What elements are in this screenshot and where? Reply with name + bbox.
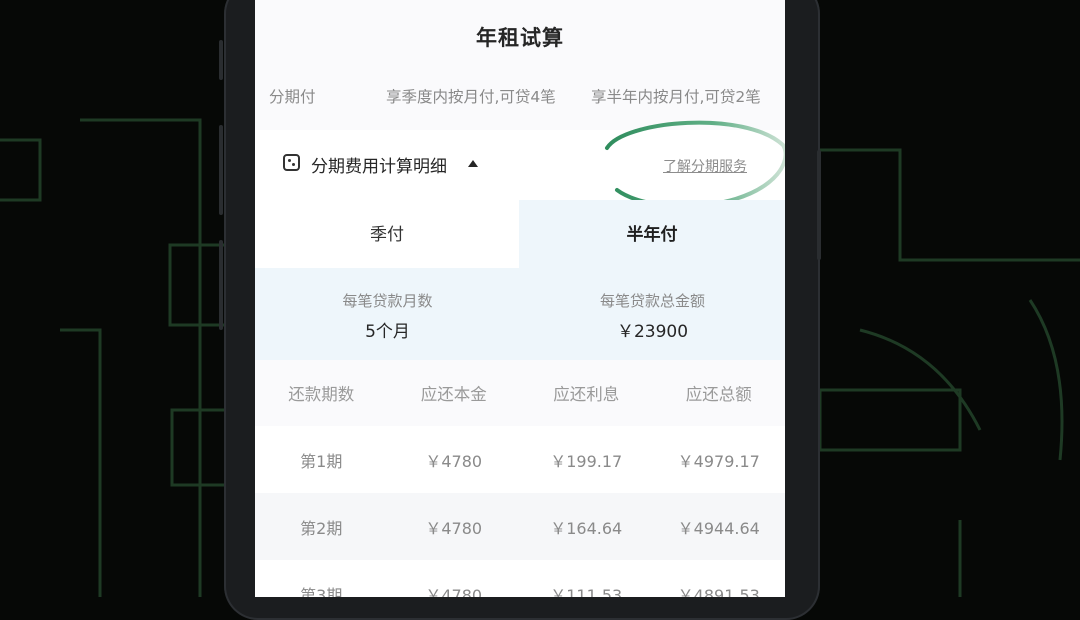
page-title: 年租试算 (476, 26, 564, 50)
loan-total-stat: 每笔贷款总金额 ￥23900 (520, 290, 785, 342)
interest-cell: ￥111.53 (550, 585, 623, 598)
phone-side-button (219, 125, 223, 215)
plan-tabs-area: 季付 半年付 每笔贷款月数 5个月 每笔贷款总金额 ￥23900 (255, 200, 785, 360)
tab-half-yearly[interactable]: 半年付 (519, 200, 785, 268)
interest-cell: ￥164.64 (550, 518, 623, 538)
stat-label: 每笔贷款月数 (342, 292, 433, 310)
total-cell: ￥4891.53 (677, 585, 760, 598)
table-row: 第3期 ￥4780 ￥111.53 ￥4891.53 (255, 560, 785, 597)
column-header: 还款期数 (288, 385, 355, 404)
stat-value: ￥23900 (616, 322, 689, 342)
interest-cell: ￥199.17 (550, 451, 623, 471)
period-cell: 第1期 (300, 451, 343, 471)
learn-installment-link[interactable]: 了解分期服务 (663, 156, 747, 176)
detail-section-header[interactable]: 分期费用计算明细 了解分期服务 (255, 130, 785, 200)
period-cell: 第3期 (300, 585, 343, 598)
column-header: 应还本金 (420, 385, 487, 404)
stat-label: 每笔贷款总金额 (599, 292, 705, 310)
principal-cell: ￥4780 (425, 518, 483, 538)
column-header: 应还利息 (553, 385, 620, 404)
caret-up-icon[interactable] (468, 160, 478, 167)
quarter-installment-desc: 享季度内按月付,可贷4笔 (386, 88, 556, 106)
table-row: 第2期 ￥4780 ￥164.64 ￥4944.64 (255, 493, 785, 560)
period-cell: 第2期 (300, 518, 343, 538)
table-header-row: 还款期数 应还本金 应还利息 应还总额 (255, 360, 785, 426)
phone-side-button (219, 40, 223, 80)
principal-cell: ￥4780 (425, 451, 483, 471)
principal-cell: ￥4780 (425, 585, 483, 598)
tab-quarterly[interactable]: 季付 (255, 200, 519, 268)
installment-label: 分期付 (269, 88, 316, 106)
phone-side-button (219, 240, 223, 330)
table-row: 第1期 ￥4780 ￥199.17 ￥4979.17 (255, 426, 785, 493)
calculator-icon (283, 154, 300, 171)
column-header: 应还总额 (685, 385, 752, 404)
phone-side-button (817, 150, 821, 260)
loan-months-stat: 每笔贷款月数 5个月 (255, 290, 520, 342)
app-screen: 年租试算 分期付 享季度内按月付,可贷4笔 享半年内按月付,可贷2笔 分期费用计… (255, 0, 785, 597)
stat-value: 5个月 (365, 322, 410, 342)
repayment-table: 还款期数 应还本金 应还利息 应还总额 第1期 ￥4780 ￥199.17 ￥4… (255, 360, 785, 597)
detail-section-title: 分期费用计算明细 (311, 157, 447, 177)
total-cell: ￥4979.17 (677, 451, 760, 471)
half-year-installment-desc: 享半年内按月付,可贷2笔 (591, 88, 761, 106)
total-cell: ￥4944.64 (677, 518, 760, 538)
